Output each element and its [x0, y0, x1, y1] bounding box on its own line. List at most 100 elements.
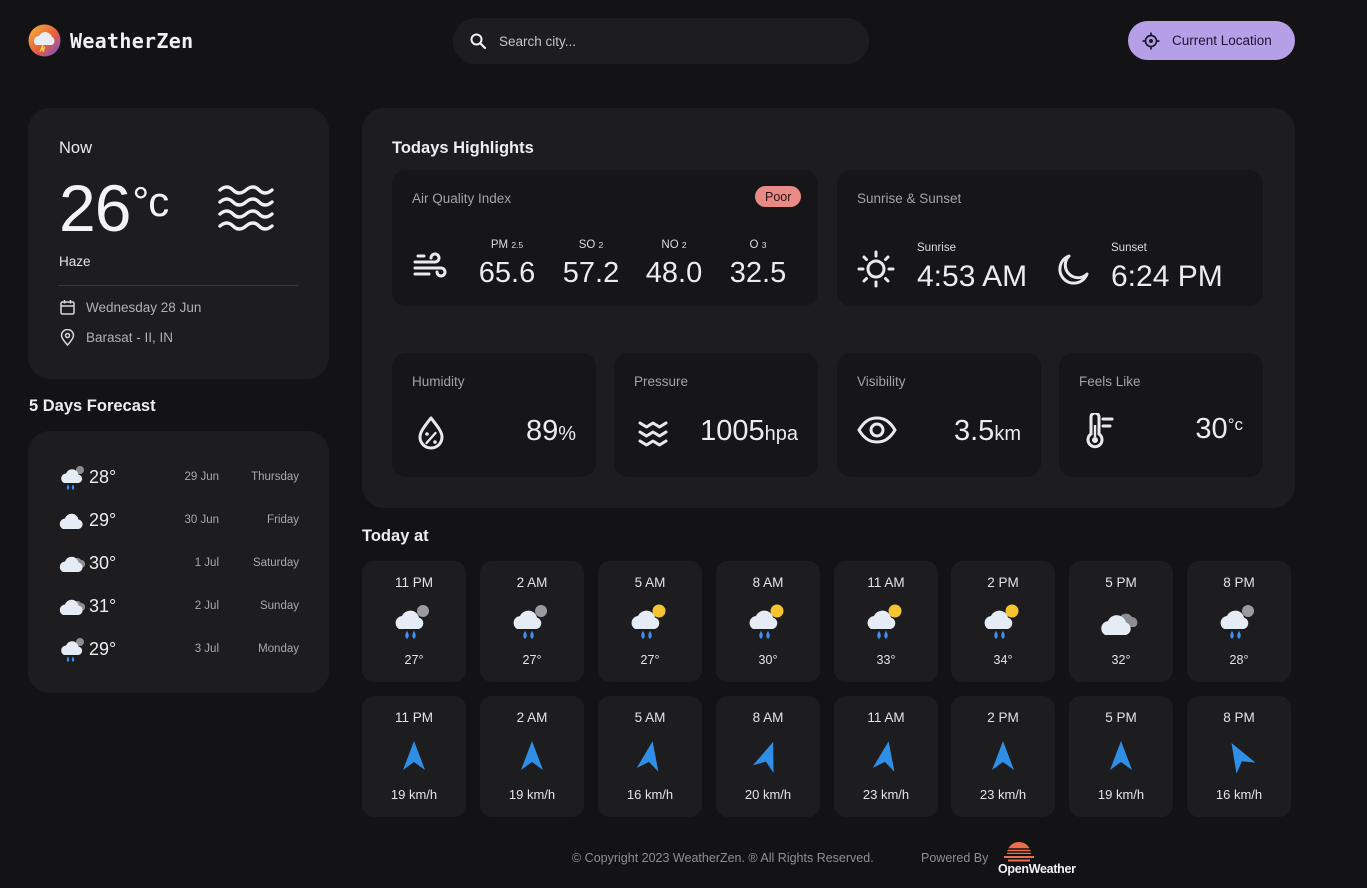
aqi-pm25: PM 2.5 65.6 [472, 239, 542, 290]
aqi-pollutant-name: NO 2 [639, 239, 709, 251]
sunrise-time: 4:53 AM [917, 260, 1028, 293]
feels-like-number: 30 [1195, 413, 1228, 445]
forecast-row: 31° 2 Jul Sunday [58, 588, 299, 624]
humidity-label: Humidity [412, 374, 465, 389]
hour-time: 8 AM [752, 575, 784, 590]
weather-description: Haze [59, 254, 91, 269]
forecast-date: 1 Jul [194, 557, 219, 569]
hourly-weather-card: 5 PM 32° [1069, 561, 1173, 682]
hourly-wind-card: 11 PM 19 km/h [362, 696, 466, 817]
openweather-logo[interactable]: OpenWeather [998, 840, 1088, 880]
crosshair-icon [1142, 32, 1160, 49]
aqi-pollutant-value: 57.2 [562, 257, 620, 289]
hourly-weather-card: 2 AM 27° [480, 561, 584, 682]
pressure-waves-icon [638, 421, 668, 447]
forecast-day: Friday [267, 514, 299, 526]
pollutant-subscript: 2 [681, 240, 687, 250]
hour-temp: 28° [1229, 653, 1249, 667]
pollutant-subscript: 2.5 [511, 240, 524, 250]
wind-speed: 16 km/h [626, 787, 674, 802]
feels-like-label: Feels Like [1079, 374, 1141, 389]
hourly-weather-card: 2 PM 34° [951, 561, 1055, 682]
hour-temp: 27° [404, 653, 424, 667]
forecast-temp: 29° [89, 509, 117, 530]
current-location: Barasat - II, IN [86, 330, 174, 345]
thermometer-icon [1086, 413, 1114, 449]
search-input[interactable] [499, 33, 839, 49]
app-logo[interactable]: WeatherZen [28, 24, 193, 57]
cloud-rain-sun-icon [749, 604, 784, 639]
hour-temp: 33° [876, 653, 896, 667]
wind-direction-arrow-icon [1110, 741, 1132, 770]
hour-time: 5 AM [634, 710, 666, 725]
forecast-date: 2 Jul [194, 600, 219, 612]
humidity-value: 89% [526, 415, 576, 448]
wind-speed: 23 km/h [862, 787, 910, 802]
feels-like-value: 30°c [1195, 413, 1243, 446]
forecast-date: 3 Jul [194, 643, 219, 655]
today-title: Today at [362, 527, 429, 545]
copyright-text: © Copyright 2023 WeatherZen. ® All Right… [572, 851, 874, 865]
humidity-unit: % [558, 423, 576, 445]
forecast-temp: 28° [89, 466, 117, 487]
forecast-temp: 30° [89, 552, 117, 573]
forecast-date: 29 Jun [184, 471, 219, 483]
hourly-weather-card: 8 AM 30° [716, 561, 820, 682]
hour-time: 8 PM [1223, 575, 1255, 590]
aqi-pollutant-name: PM 2.5 [472, 239, 542, 251]
hour-time: 11 PM [394, 710, 433, 725]
hourly-wind-card: 2 AM 19 km/h [480, 696, 584, 817]
pressure-unit: hpa [764, 423, 798, 445]
visibility-value: 3.5km [954, 415, 1021, 448]
wind-speed: 19 km/h [390, 787, 438, 802]
current-temp-value: 26 [59, 171, 131, 245]
current-location-label: Current Location [1172, 33, 1272, 48]
aqi-pollutant-value: 32.5 [729, 257, 787, 289]
forecast-card: 28° 29 Jun Thursday 29° 30 Jun Friday 30… [28, 431, 329, 693]
aqi-pollutant-value: 48.0 [645, 257, 703, 289]
hourly-weather-card: 11 PM 27° [362, 561, 466, 682]
date-row: Wednesday 28 Jun [59, 299, 201, 316]
wind-icon [413, 252, 447, 278]
forecast-date: 30 Jun [184, 514, 219, 526]
pressure-number: 1005 [700, 415, 765, 447]
forecast-row: 29° 3 Jul Monday [58, 631, 299, 667]
eye-icon [857, 416, 897, 444]
hour-temp: 27° [522, 653, 542, 667]
hourly-wind-card: 2 PM 23 km/h [951, 696, 1055, 817]
hour-time: 2 PM [987, 575, 1019, 590]
feels-like-unit: °c [1227, 415, 1243, 434]
aqi-pollutant-value: 65.6 [478, 257, 536, 289]
visibility-unit: km [994, 423, 1021, 445]
cloud-rain-moon-icon [395, 605, 429, 639]
current-location-button[interactable]: Current Location [1128, 21, 1295, 60]
hour-time: 2 AM [516, 575, 548, 590]
cloud-overcast-icon [59, 556, 86, 572]
hour-temp: 34° [993, 653, 1013, 667]
aqi-so2: SO 2 57.2 [556, 239, 626, 290]
pressure-value: 1005hpa [700, 415, 798, 448]
hour-time: 2 AM [516, 710, 548, 725]
hour-time: 5 PM [1105, 710, 1137, 725]
powered-by-text: Powered By [921, 851, 989, 865]
forecast-day: Saturday [252, 557, 299, 569]
hour-temp: 30° [758, 653, 778, 667]
pressure-label: Pressure [634, 374, 689, 389]
hour-time: 8 AM [752, 710, 784, 725]
header: WeatherZen Current Location [0, 0, 1367, 80]
highlights-card: Todays Highlights Air Quality Index Poor… [362, 108, 1295, 508]
now-label: Now [59, 139, 93, 157]
search-bar[interactable] [453, 18, 869, 64]
hourly-wind-card: 8 PM 16 km/h [1187, 696, 1291, 817]
pollutant-subscript: 3 [761, 240, 767, 250]
forecast-day: Monday [258, 643, 299, 655]
hour-time: 11 PM [394, 575, 433, 590]
hour-temp: 32° [1111, 653, 1131, 667]
hourly-weather-card: 11 AM 33° [834, 561, 938, 682]
sun-panel: Sunrise & Sunset Sunrise 4:53 AM Sunset … [837, 170, 1263, 306]
current-weather-card: Now 26°c Haze Wednesday 28 Jun Barasat -… [28, 108, 329, 379]
location-row: Barasat - II, IN [59, 329, 173, 346]
hour-time: 5 PM [1105, 575, 1137, 590]
forecast-temp: 29° [89, 638, 117, 659]
haze-icon [218, 185, 274, 231]
